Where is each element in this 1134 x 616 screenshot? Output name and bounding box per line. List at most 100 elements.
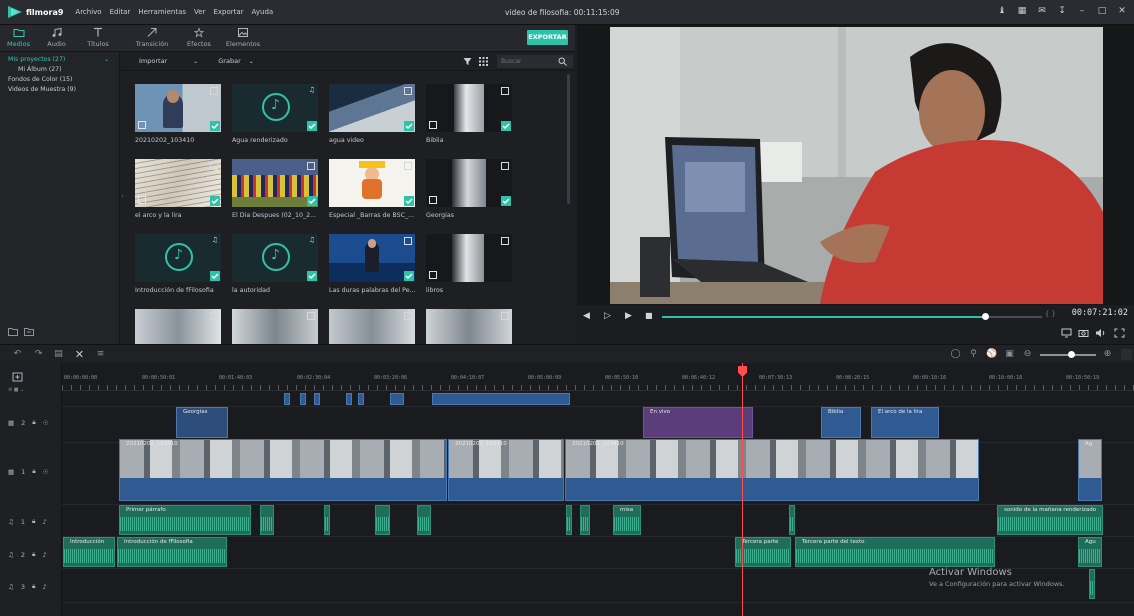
timeline-clip-main-a[interactable]: 20210202_103410 <box>119 439 447 501</box>
fullscreen-icon[interactable] <box>1114 328 1125 338</box>
timeline-clip-main-c[interactable]: 20210202_103410 <box>565 439 979 501</box>
tab-media[interactable]: Medios <box>0 25 37 51</box>
close-icon[interactable]: ✕ <box>1116 5 1128 17</box>
timeline-clip[interactable] <box>390 393 404 405</box>
voiceover-mic-icon[interactable]: ⚾ <box>986 349 997 360</box>
menu-ver[interactable]: Ver <box>194 8 205 16</box>
tab-transitions[interactable]: Transición <box>124 25 180 51</box>
media-item[interactable]: ♫ Introducción de fFilosofia <box>135 234 221 294</box>
snapshot-camera-icon[interactable] <box>1078 328 1089 338</box>
cart-icon[interactable]: ▦ <box>1016 5 1028 17</box>
speaker-icon[interactable]: ♪ <box>42 518 46 526</box>
folder-open-icon[interactable] <box>24 327 34 336</box>
media-item[interactable]: libros <box>426 234 512 294</box>
lock-icon[interactable]: 🔒︎ <box>32 517 35 526</box>
timeline-clip-georgias[interactable]: Georgias <box>176 407 228 438</box>
timeline-clip-audio[interactable] <box>566 505 572 535</box>
folder-my-album[interactable]: Mi Álbum (27) <box>0 65 119 75</box>
menu-herramientas[interactable]: Herramientas <box>138 8 186 16</box>
download-icon[interactable]: ↧ <box>1056 5 1068 17</box>
playhead-line[interactable] <box>742 363 743 616</box>
stop-icon[interactable]: ■ <box>645 311 653 320</box>
folder-my-projects[interactable]: Mis proyectos (27) <box>0 55 119 65</box>
timeline-clip-intro-short[interactable]: Introducción <box>63 537 115 567</box>
chevron-down-icon[interactable]: ⌄ <box>104 56 109 63</box>
play-icon[interactable]: ▶ <box>625 311 632 321</box>
timeline-clip-biblia[interactable]: Biblia <box>821 407 861 438</box>
mark-in-out-brackets[interactable]: { } <box>1045 310 1056 318</box>
search-icon[interactable] <box>558 57 567 66</box>
lock-icon[interactable]: 🔒︎ <box>32 467 35 476</box>
speaker-icon[interactable]: ♪ <box>42 583 46 591</box>
media-item[interactable]: ♫ Agua renderizado <box>232 84 318 144</box>
timeline-clip-audio[interactable] <box>260 505 274 535</box>
timeline-clip-sonido[interactable]: sonido de la mañana renderizado <box>997 505 1103 535</box>
menu-archivo[interactable]: Archivo <box>75 8 101 16</box>
lock-icon[interactable]: 🔒︎ <box>32 550 35 559</box>
timeline-clip-primer[interactable]: Primer párrafo <box>119 505 251 535</box>
speaker-icon[interactable]: ♪ <box>42 551 46 559</box>
import-button[interactable]: Importar <box>139 57 167 65</box>
media-item[interactable]: El Dia Despues (02_10_2... <box>232 159 318 219</box>
record-button[interactable]: Grabar <box>218 57 240 65</box>
new-folder-icon[interactable] <box>8 327 18 336</box>
minimize-icon[interactable]: – <box>1076 5 1088 17</box>
render-preview-icon[interactable]: ◯ <box>950 349 961 360</box>
media-item[interactable]: Biblia <box>426 84 512 144</box>
media-item[interactable]: Georgias <box>426 159 512 219</box>
timeline-clip-right[interactable]: Ag <box>1078 439 1102 501</box>
timeline-clip[interactable] <box>300 393 306 405</box>
timeline-clip-agu[interactable]: Agu <box>1078 537 1102 567</box>
timeline-clip[interactable] <box>284 393 290 405</box>
playback-progress-bar[interactable] <box>662 313 1042 320</box>
timeline-clip-audio[interactable] <box>417 505 431 535</box>
media-item[interactable]: el arco y la lira <box>135 159 221 219</box>
timeline-clip[interactable] <box>314 393 320 405</box>
folder-color-backgrounds[interactable]: Fondos de Color (15) <box>0 75 119 85</box>
timeline-expand-icon[interactable] <box>1121 349 1132 360</box>
lock-icon[interactable]: 🔒︎ <box>32 582 35 591</box>
media-item[interactable]: Especial _Barras de BSC_... <box>329 159 415 219</box>
media-item[interactable]: Las duras palabras del Pe... <box>329 234 415 294</box>
record-chevron-down-icon[interactable]: ⌄ <box>249 58 254 65</box>
timeline-clip-audio[interactable] <box>1089 569 1095 599</box>
tab-effects[interactable]: Efectos <box>180 25 218 51</box>
media-item[interactable]: 20210202_103410 <box>135 84 221 144</box>
visibility-eye-icon[interactable]: ☉ <box>43 468 49 476</box>
timeline-clip-arco[interactable]: El arco de la lira <box>871 407 939 438</box>
timeline-clip-audio[interactable] <box>375 505 390 535</box>
timeline-clip-effect[interactable]: En vivo <box>643 407 753 438</box>
redo-icon[interactable]: ↷ <box>33 349 44 360</box>
restore-icon[interactable]: □ <box>1096 5 1108 17</box>
timeline-clip-tercera-b[interactable]: Tercera parte del texto <box>795 537 995 567</box>
timeline-clip[interactable] <box>432 393 570 405</box>
tab-audio[interactable]: Audio <box>37 25 76 51</box>
undo-icon[interactable]: ↶ <box>12 349 23 360</box>
delete-trash-icon[interactable]: ▤ <box>53 349 64 360</box>
adjust-settings-icon[interactable]: ≡ <box>95 349 106 360</box>
playback-scrubber-handle[interactable] <box>982 313 989 320</box>
volume-icon[interactable] <box>1095 328 1106 338</box>
zoom-out-icon[interactable]: ⊖ <box>1022 349 1033 360</box>
timeline-clip-audio[interactable] <box>324 505 330 535</box>
media-item[interactable] <box>135 309 221 344</box>
zoom-in-icon[interactable]: ⊕ <box>1102 349 1113 360</box>
tab-elements[interactable]: Elementos <box>218 25 268 51</box>
visibility-eye-icon[interactable]: ☉ <box>43 419 49 427</box>
media-item[interactable] <box>426 309 512 344</box>
zoom-slider-handle[interactable] <box>1068 351 1075 358</box>
tab-titles[interactable]: Títulos <box>76 25 120 51</box>
mail-icon[interactable]: ✉ <box>1036 5 1048 17</box>
monitor-icon[interactable] <box>1061 328 1072 338</box>
timeline-clip-audio[interactable] <box>789 505 795 535</box>
time-ruler[interactable]: 00:00:00:00 00:00:50:01 00:01:40:03 00:0… <box>62 363 1134 391</box>
media-item[interactable]: ♫ la autoridad <box>232 234 318 294</box>
export-button[interactable]: EXPORTAR <box>527 30 568 45</box>
menu-ayuda[interactable]: Ayuda <box>252 8 274 16</box>
timeline-clip-misa[interactable]: misa <box>613 505 641 535</box>
snap-icon[interactable]: ▣ <box>1004 349 1015 360</box>
step-back-icon[interactable]: ◀​ <box>583 311 590 321</box>
timeline-clip-audio[interactable] <box>580 505 590 535</box>
media-item[interactable]: agua video <box>329 84 415 144</box>
account-icon[interactable]: ♝ <box>996 5 1008 17</box>
